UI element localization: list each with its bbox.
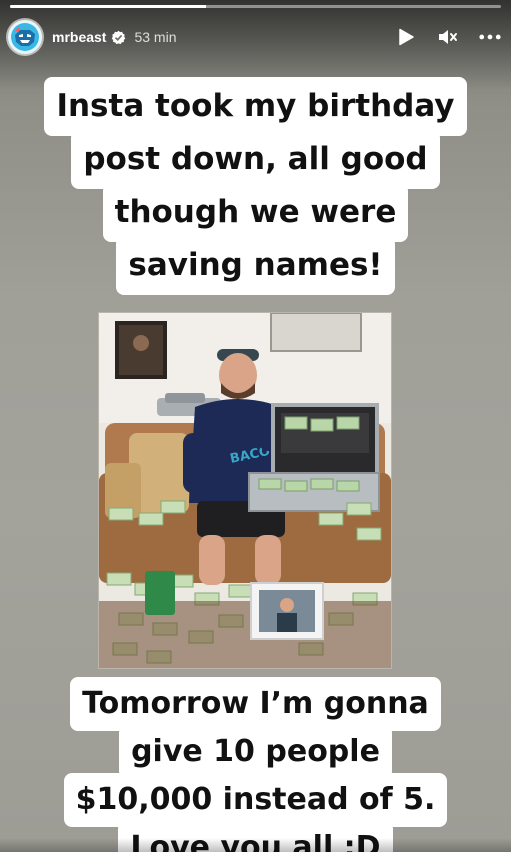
verified-badge-icon <box>111 30 126 45</box>
caption-line: give 10 people <box>119 725 392 779</box>
story-viewer: mrbeast 53 min Insta took my birthday po… <box>0 0 511 852</box>
story-caption-top: Insta took my birthday post down, all go… <box>0 77 511 295</box>
time-ago: 53 min <box>134 29 177 45</box>
caption-line: though we were <box>102 183 409 242</box>
caption-line: post down, all good <box>71 130 440 189</box>
bottom-shade <box>0 838 511 852</box>
story-progress-bar <box>10 5 501 8</box>
avatar[interactable] <box>8 20 42 54</box>
play-icon[interactable] <box>395 26 417 48</box>
photo-money-briefcase: BACOST <box>99 313 391 668</box>
caption-line: saving names! <box>116 236 395 295</box>
caption-line: Tomorrow I’m gonna <box>70 677 441 731</box>
caption-line: Insta took my birthday <box>44 77 467 136</box>
story-controls <box>395 26 501 48</box>
caption-line: $10,000 instead of 5. <box>63 773 448 827</box>
username[interactable]: mrbeast <box>52 29 106 45</box>
story-header: mrbeast 53 min <box>8 19 501 55</box>
beast-mascot-icon <box>11 23 39 51</box>
story-photo: BACOST <box>98 312 392 669</box>
muted-speaker-icon[interactable] <box>437 26 459 48</box>
story-progress-fill <box>10 5 207 8</box>
more-options-icon[interactable] <box>479 26 501 48</box>
story-caption-bottom: Tomorrow I’m gonna give 10 people $10,00… <box>0 677 511 852</box>
